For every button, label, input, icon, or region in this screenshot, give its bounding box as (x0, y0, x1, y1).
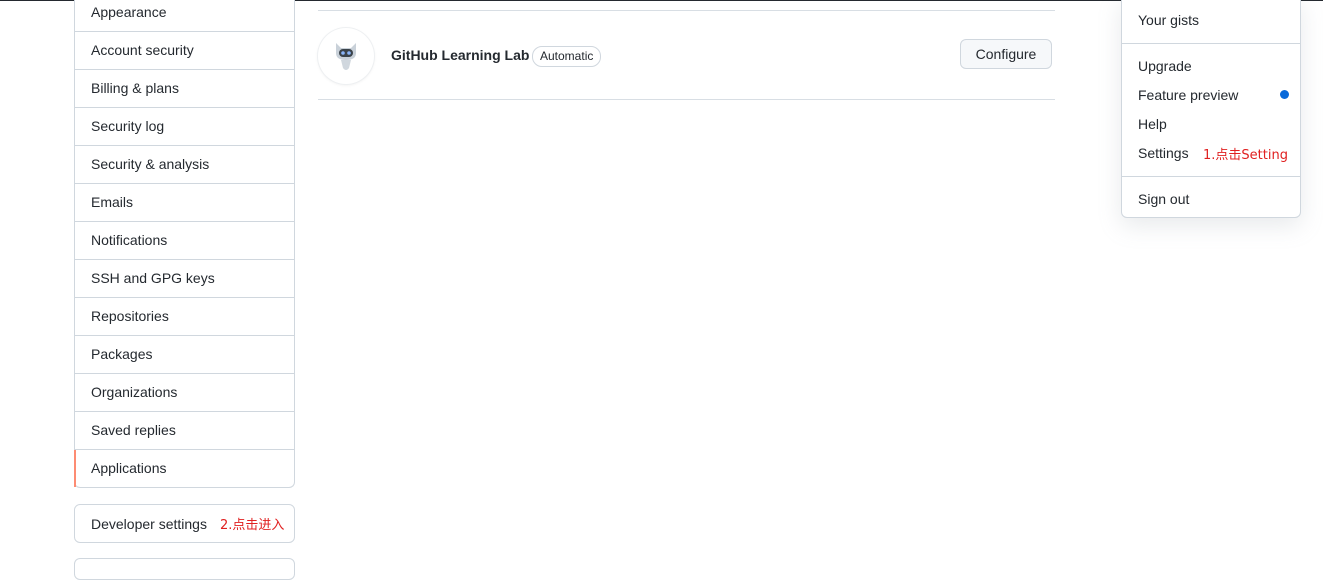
menu-divider (1122, 43, 1300, 44)
developer-settings-box: Developer settings 2.点击进入 (74, 504, 295, 543)
menu-item-sign-out[interactable]: Sign out (1138, 191, 1189, 207)
sidebar-item-organizations[interactable]: Organizations (75, 373, 294, 411)
sidebar-bottom-box (74, 558, 295, 580)
row-divider-top (318, 10, 1055, 11)
sidebar-item-security-log[interactable]: Security log (75, 107, 294, 145)
sidebar-item-billing[interactable]: Billing & plans (75, 69, 294, 107)
app-avatar (318, 28, 374, 84)
new-feature-dot-icon (1280, 90, 1289, 99)
app-badge: Automatic (532, 46, 602, 67)
row-divider-bottom (318, 99, 1055, 100)
sidebar-item-saved-replies[interactable]: Saved replies (75, 411, 294, 449)
menu-item-feature-preview[interactable]: Feature preview (1138, 87, 1238, 103)
sidebar-item-emails[interactable]: Emails (75, 183, 294, 221)
sidebar-item-notifications[interactable]: Notifications (75, 221, 294, 259)
sidebar-item-applications[interactable]: Applications (74, 449, 294, 487)
developer-settings-link[interactable]: Developer settings (91, 516, 207, 532)
sidebar-item-packages[interactable]: Packages (75, 335, 294, 373)
user-dropdown-menu: Your gists Upgrade Feature preview Help … (1121, 0, 1301, 218)
sidebar-item-account-security[interactable]: Account security (75, 31, 294, 69)
menu-item-help[interactable]: Help (1138, 116, 1167, 132)
developer-annotation: 2.点击进入 (219, 518, 285, 533)
menu-divider (1122, 176, 1300, 177)
menu-item-your-gists[interactable]: Your gists (1138, 12, 1199, 28)
settings-annotation: 1.点击Setting (1203, 148, 1288, 163)
octocat-icon (336, 43, 356, 70)
app-name: GitHub Learning Lab (391, 47, 530, 63)
sidebar-item-security-analysis[interactable]: Security & analysis (75, 145, 294, 183)
sidebar-item-ssh-gpg-keys[interactable]: SSH and GPG keys (75, 259, 294, 297)
sidebar-item-repositories[interactable]: Repositories (75, 297, 294, 335)
settings-sidebar: Appearance Account security Billing & pl… (74, 0, 295, 488)
menu-item-settings[interactable]: Settings (1138, 145, 1189, 161)
menu-item-upgrade[interactable]: Upgrade (1138, 58, 1192, 74)
configure-button[interactable]: Configure (960, 39, 1052, 69)
sidebar-item-appearance[interactable]: Appearance (75, 0, 294, 31)
